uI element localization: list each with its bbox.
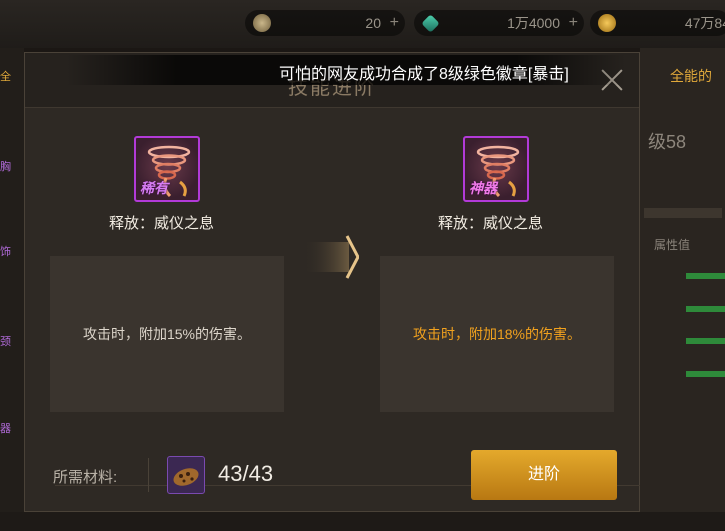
attribute-bar [686, 371, 725, 377]
experience-bar [644, 208, 722, 218]
gold-coin-icon [598, 14, 616, 32]
material-item-icon[interactable] [167, 456, 205, 494]
divider [148, 458, 149, 492]
resource-value: 47万84 [684, 15, 725, 31]
left-tab[interactable]: 胸 [0, 158, 22, 180]
attribute-bar [686, 306, 725, 312]
top-resource-bar: 20 + 1万4000 + 47万84 [0, 0, 725, 48]
materials-count: 43/43 [218, 461, 274, 486]
broadcast-notice-text: 可怕的网友成功合成了8级绿色徽章[暴击] [279, 66, 569, 83]
rarity-badge: 稀有 [140, 180, 168, 196]
rarity-badge: 神器 [469, 180, 497, 196]
resource-moon-coin: 20 + [245, 10, 405, 36]
moon-coin-icon [253, 14, 271, 32]
left-tab[interactable]: 饰 [0, 243, 22, 265]
right-tab-label[interactable]: 全能的 [670, 66, 712, 86]
bottom-strip [0, 512, 725, 531]
left-menu-strip: 全 胸 饰 颈 器 [0, 48, 24, 531]
current-skill-name: 释放：威仪之息 [109, 215, 215, 232]
add-resource-button[interactable]: + [390, 14, 399, 32]
next-skill-description-box: 攻击时，附加18%的伤害。 [380, 256, 614, 412]
current-skill-description: 攻击时，附加15%的伤害。 [82, 326, 252, 342]
advance-button[interactable]: 进阶 [471, 450, 617, 500]
attribute-label: 属性值 [654, 238, 691, 252]
cookie-icon [173, 468, 199, 486]
next-skill-icon[interactable]: 神器 [463, 136, 529, 202]
materials-label: 所需材料: [53, 469, 118, 486]
resource-value: 20 [365, 15, 381, 31]
next-skill-name: 释放：威仪之息 [438, 215, 544, 232]
left-tab[interactable]: 全 [0, 68, 22, 90]
resource-gem: 1万4000 + [414, 10, 584, 36]
left-tab[interactable]: 器 [0, 420, 22, 442]
right-background-panel: 全能的 级58 属性值 [640, 48, 725, 531]
resource-value: 1万4000 [507, 15, 560, 31]
attribute-bar [686, 338, 725, 344]
level-label: 级58 [648, 132, 687, 152]
left-tab[interactable]: 颈 [0, 333, 22, 355]
arrow-right-icon [303, 235, 359, 279]
current-skill-description-box: 攻击时，附加15%的伤害。 [50, 256, 284, 412]
attribute-bar [686, 273, 725, 279]
green-gem-icon [421, 13, 440, 33]
resource-gold: 47万84 [590, 10, 725, 36]
next-skill-description: 攻击时，附加18%的伤害。 [412, 326, 582, 342]
add-resource-button[interactable]: + [569, 14, 578, 32]
current-skill-icon[interactable]: 稀有 [134, 136, 200, 202]
